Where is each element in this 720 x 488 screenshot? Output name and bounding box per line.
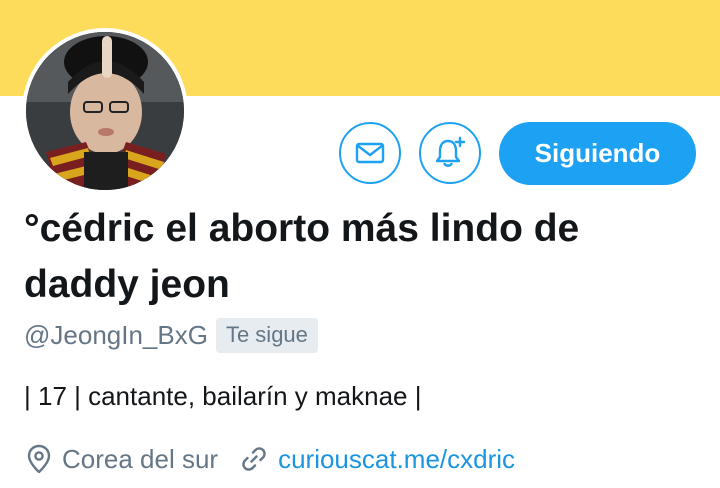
profile-page: Siguiendo °cédric el aborto más lindo de… xyxy=(0,0,720,488)
follows-you-badge: Te sigue xyxy=(215,317,318,353)
display-name-line2: daddy jeon xyxy=(24,263,230,306)
profile-meta: Corea del sur curiouscat.me/cxdric xyxy=(26,440,515,478)
following-button[interactable]: Siguiendo xyxy=(499,122,696,185)
notifications-button[interactable] xyxy=(419,122,481,184)
website-item: curiouscat.me/cxdric xyxy=(240,444,515,475)
avatar[interactable] xyxy=(26,32,184,190)
avatar-photo xyxy=(26,32,184,190)
user-handle: @JeongIn_BxG xyxy=(24,319,208,350)
following-button-label: Siguiendo xyxy=(534,138,661,168)
link-icon xyxy=(242,447,266,471)
bell-plus-icon xyxy=(435,136,466,167)
display-name: °cédric el aborto más lindo de daddy jeo… xyxy=(24,201,674,313)
message-button[interactable] xyxy=(339,122,401,184)
website-link[interactable]: curiouscat.me/cxdric xyxy=(278,444,515,475)
display-name-line1: °cédric el aborto más lindo de xyxy=(24,207,580,250)
envelope-icon xyxy=(355,142,385,164)
location-text: Corea del sur xyxy=(62,443,219,474)
profile-bio: | 17 | cantante, bailarín y maknae | xyxy=(24,381,422,411)
location-item: Corea del sur xyxy=(26,444,218,475)
location-pin-icon xyxy=(27,444,51,474)
handle-row: @JeongIn_BxG Te sigue xyxy=(24,316,318,354)
